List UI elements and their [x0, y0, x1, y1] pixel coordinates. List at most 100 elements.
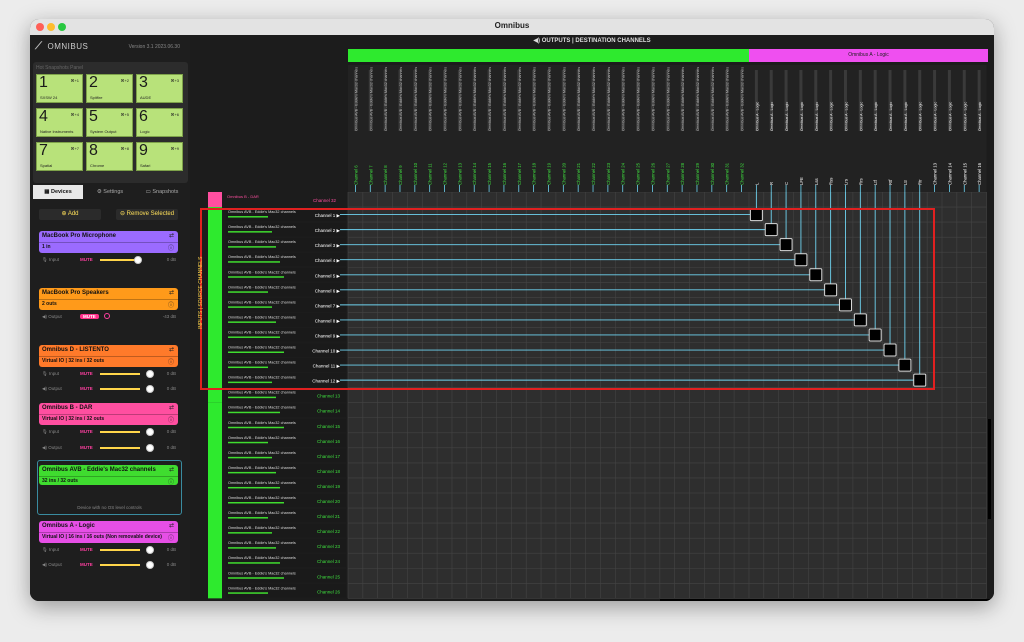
column-channel-label[interactable]: Channel 12: [443, 162, 448, 185]
source-channel-label[interactable]: Channel 23: [317, 544, 341, 549]
source-channel-label[interactable]: Channel 13: [317, 394, 341, 399]
source-channel-label[interactable]: Channel 20: [317, 499, 341, 504]
source-channel-label[interactable]: Channel 21: [317, 514, 341, 519]
column-channel-label[interactable]: Channel 21: [576, 162, 581, 185]
swap-icon[interactable]: ⇄: [169, 404, 174, 411]
snapshot-slot-8[interactable]: 8 ⌘+8 Chrome: [86, 142, 133, 171]
column-channel-label[interactable]: Lss: [814, 178, 819, 185]
info-icon[interactable]: ⓘ: [168, 357, 174, 366]
column-channel-label[interactable]: Channel 30: [710, 162, 715, 185]
volume-knob[interactable]: [146, 546, 154, 554]
device-card[interactable]: Omnibus B - DAR Virtual IO | 32 ins / 32 …: [39, 403, 178, 425]
column-channel-label[interactable]: Channel 25: [636, 162, 641, 185]
volume-slider[interactable]: [100, 373, 140, 375]
mute-button[interactable]: MUTE: [80, 547, 93, 552]
device-card[interactable]: MacBook Pro Speakers 2 outs ⇄ ⓘ: [39, 288, 178, 310]
column-channel-label[interactable]: Channel 20: [561, 162, 566, 185]
column-channel-label[interactable]: Channel 26: [650, 162, 655, 185]
column-channel-label[interactable]: Channel 6: [353, 165, 358, 185]
column-channel-label[interactable]: Channel 16: [502, 162, 507, 185]
volume-knob[interactable]: [146, 561, 154, 569]
snapshot-slot-7[interactable]: 7 ⌘+7 Spatial: [36, 142, 83, 171]
mute-button[interactable]: MUTE: [80, 314, 99, 319]
column-channel-label[interactable]: Channel 14: [947, 162, 952, 185]
column-channel-label[interactable]: Channel 22: [591, 162, 596, 185]
logic-output-bar[interactable]: Omnibus A - Logic: [749, 49, 988, 62]
source-channel-label[interactable]: Channel 18: [317, 469, 341, 474]
device-card[interactable]: Omnibus D - LISTENTO Virtual IO | 32 ins …: [39, 345, 178, 367]
mute-button[interactable]: MUTE: [80, 371, 93, 376]
column-channel-label[interactable]: C: [784, 182, 789, 185]
volume-slider[interactable]: [100, 549, 140, 551]
column-channel-label[interactable]: Rtf: [888, 179, 893, 185]
column-channel-label[interactable]: Channel 17: [517, 162, 522, 185]
source-channel-label[interactable]: Channel 19: [317, 484, 341, 489]
mute-button[interactable]: MUTE: [80, 257, 93, 262]
column-channel-label[interactable]: Channel 15: [487, 162, 492, 185]
volume-knob[interactable]: [104, 313, 110, 319]
column-channel-label[interactable]: Channel 11: [428, 163, 433, 185]
source-channel-label[interactable]: Channel 16: [317, 439, 341, 444]
column-channel-label[interactable]: Channel 32: [740, 162, 745, 185]
column-channel-label[interactable]: Channel 29: [695, 162, 700, 185]
snapshot-slot-3[interactable]: 3 ⌘+3 AUDE: [136, 74, 183, 103]
volume-knob[interactable]: [146, 370, 154, 378]
volume-knob[interactable]: [146, 444, 154, 452]
mute-button[interactable]: MUTE: [80, 562, 93, 567]
column-channel-label[interactable]: Rrs: [858, 178, 863, 185]
mute-button[interactable]: MUTE: [80, 429, 93, 434]
column-channel-label[interactable]: Channel 27: [665, 162, 670, 185]
info-icon[interactable]: ⓘ: [168, 533, 174, 542]
snapshot-slot-2[interactable]: 2 ⌘+2 Spitfire: [86, 74, 133, 103]
swap-icon[interactable]: ⇄: [169, 522, 174, 529]
column-channel-label[interactable]: Lrs: [843, 179, 848, 185]
tab-snapshots[interactable]: ▭ Snapshots: [137, 185, 187, 199]
vertical-scrollbar[interactable]: [988, 419, 991, 519]
column-channel-label[interactable]: Channel 18: [532, 162, 537, 185]
column-channel-label[interactable]: Channel 19: [546, 162, 551, 185]
volume-slider[interactable]: [100, 564, 140, 566]
volume-slider[interactable]: [100, 431, 140, 433]
column-channel-label[interactable]: LFE: [799, 177, 804, 185]
column-channel-label[interactable]: Channel 13: [457, 162, 462, 185]
add-device-button[interactable]: ⊕ Add: [39, 209, 101, 220]
swap-icon[interactable]: ⇄: [169, 346, 174, 353]
swap-icon[interactable]: ⇄: [169, 289, 174, 296]
horizontal-scrollbar[interactable]: [660, 599, 990, 601]
device-card[interactable]: MacBook Pro Microphone 1 in ⇄ ⓘ: [39, 231, 178, 253]
volume-knob[interactable]: [146, 428, 154, 436]
column-channel-label[interactable]: Channel 9: [398, 165, 403, 185]
mute-button[interactable]: MUTE: [80, 386, 93, 391]
source-channel-label[interactable]: Channel 26: [317, 589, 341, 594]
mute-button[interactable]: MUTE: [80, 445, 93, 450]
column-channel-label[interactable]: Channel 16: [977, 162, 982, 185]
snapshot-slot-5[interactable]: 5 ⌘+5 System Output: [86, 108, 133, 137]
avb-output-bar[interactable]: [348, 49, 749, 62]
column-channel-label[interactable]: Rtr: [918, 179, 923, 185]
volume-knob[interactable]: [146, 385, 154, 393]
column-channel-label[interactable]: Channel 7: [368, 165, 373, 185]
tab-devices[interactable]: ▦ Devices: [33, 185, 83, 199]
remove-selected-button[interactable]: ⊖ Remove Selected: [116, 209, 178, 220]
source-channel-label[interactable]: Channel 25: [317, 574, 341, 579]
column-channel-label[interactable]: Channel 13: [933, 162, 938, 185]
swap-icon[interactable]: ⇄: [169, 232, 174, 239]
column-channel-label[interactable]: Channel 15: [962, 162, 967, 185]
snapshot-slot-4[interactable]: 4 ⌘+4 Native Instruments: [36, 108, 83, 137]
snapshot-slot-1[interactable]: 1 ⌘+1 SXSW 24: [36, 74, 83, 103]
info-icon[interactable]: ⓘ: [168, 300, 174, 309]
tab-settings[interactable]: ⚙ Settings: [85, 185, 135, 199]
snapshot-slot-9[interactable]: 9 ⌘+9 Safari: [136, 142, 183, 171]
column-channel-label[interactable]: Channel 10: [413, 162, 418, 185]
info-icon[interactable]: ⓘ: [168, 243, 174, 252]
source-channel-label[interactable]: Channel 24: [317, 559, 341, 564]
column-channel-label[interactable]: Ltf: [873, 179, 878, 185]
info-icon[interactable]: ⓘ: [168, 415, 174, 424]
device-card[interactable]: Omnibus A - Logic Virtual IO | 16 ins / 1…: [39, 521, 178, 543]
column-channel-label[interactable]: Channel 8: [383, 165, 388, 185]
column-channel-label[interactable]: Rss: [829, 178, 834, 185]
column-channel-label[interactable]: Channel 28: [680, 162, 685, 185]
column-channel-label[interactable]: Ltr: [903, 179, 908, 185]
volume-slider[interactable]: [100, 388, 140, 390]
column-channel-label[interactable]: Channel 31: [725, 162, 730, 185]
